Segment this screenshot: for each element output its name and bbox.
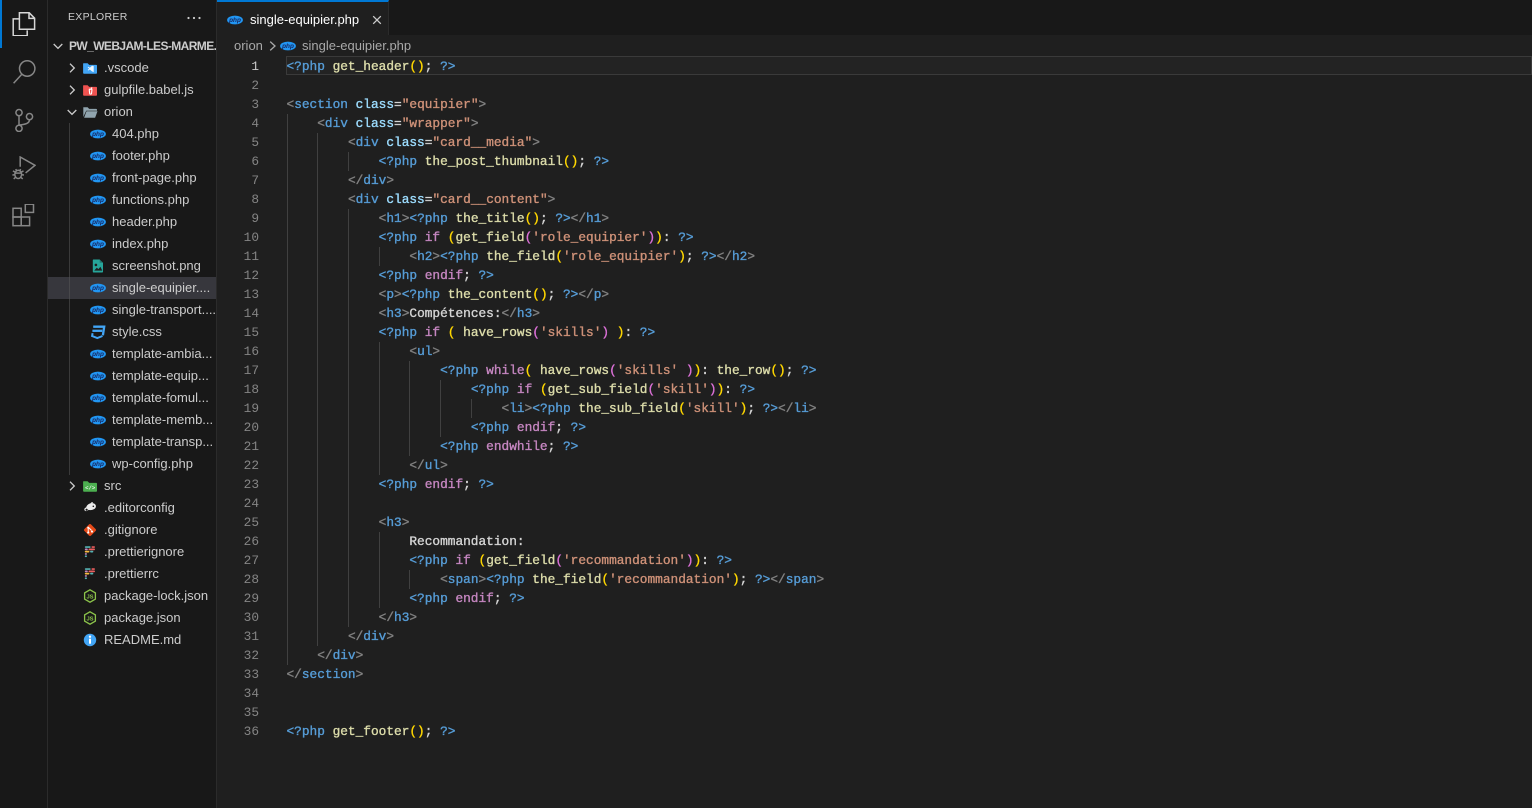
svg-text:php: php: [91, 373, 104, 380]
svg-text:php: php: [91, 417, 104, 424]
svg-text:php: php: [91, 241, 104, 248]
svg-text:php: php: [91, 131, 104, 138]
svg-text:php: php: [91, 351, 104, 358]
svg-text:php: php: [91, 395, 104, 402]
svg-text:php: php: [91, 153, 104, 160]
svg-text:php: php: [91, 285, 104, 292]
svg-text:php: php: [91, 175, 104, 182]
svg-text:</>: </>: [85, 484, 96, 491]
svg-text:php: php: [281, 43, 294, 50]
svg-text:php: php: [91, 307, 104, 314]
svg-text:php: php: [91, 461, 104, 468]
svg-text:php: php: [91, 439, 104, 446]
svg-text:JS: JS: [86, 594, 93, 600]
svg-text:JS: JS: [86, 616, 93, 622]
svg-text:php: php: [91, 197, 104, 204]
svg-text:php: php: [91, 219, 104, 226]
